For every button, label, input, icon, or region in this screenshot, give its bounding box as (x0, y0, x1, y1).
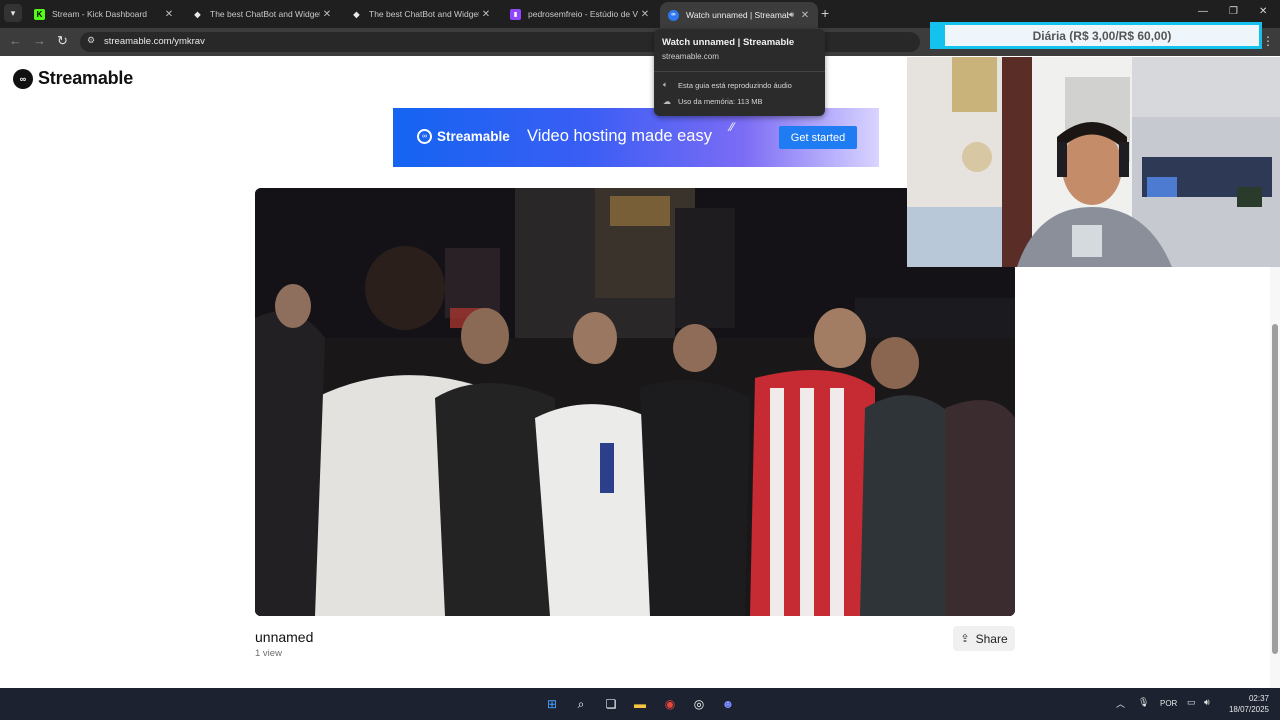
tab-chatbot-2[interactable]: ◆ The best ChatBot and Widgets ✕ (343, 2, 499, 26)
back-icon[interactable]: ← (9, 33, 22, 48)
share-button[interactable]: ⇪ Share (953, 626, 1015, 651)
banner-logo: ∞ Streamable (417, 129, 510, 144)
new-tab-button[interactable]: + (821, 5, 829, 21)
speaker-icon[interactable]: 🔊︎ (789, 10, 794, 20)
clock-date: 18/07/2025 (1228, 705, 1269, 714)
streamable-logo[interactable]: ∞ Streamable (13, 68, 133, 89)
streamelements-icon: ◆ (353, 9, 360, 19)
task-view-icon[interactable]: ❏ (602, 695, 620, 713)
chrome-icon[interactable]: ◉ (661, 695, 679, 713)
webcam-overlay (907, 57, 1280, 267)
memory-usage-row: ☁︎ Uso da memória: 113 MB (663, 97, 762, 106)
obs-icon[interactable]: ◎ (690, 695, 708, 713)
video-frame (255, 188, 1015, 616)
audio-status-text: Esta guia está reproduzindo áudio (678, 80, 792, 90)
volume-icon[interactable]: 🔊︎ (1204, 697, 1210, 708)
logo-text: Streamable (38, 68, 134, 88)
tab-hover-card: Watch unnamed | Streamable streamable.co… (654, 29, 825, 116)
close-icon[interactable]: ✕ (798, 10, 812, 21)
divider (654, 71, 825, 72)
tab-streamable[interactable]: ∞ Watch unnamed | Streamable 🔊︎ ✕ (660, 2, 818, 28)
search-icon[interactable]: ⌕ (572, 695, 590, 713)
reload-icon[interactable]: ↻ (57, 33, 68, 49)
kick-icon: K (34, 8, 45, 20)
streamable-logo-icon: ∞ (13, 68, 33, 89)
tab-title: Stream - Kick Dashboard (52, 9, 147, 19)
view-count: 1 view (255, 648, 282, 659)
close-icon[interactable]: ✕ (162, 9, 176, 20)
chevron-up-icon[interactable]: ︿ (1116, 697, 1125, 710)
get-started-button[interactable]: Get started (779, 126, 857, 149)
screen: ▾ K Stream - Kick Dashboard ✕ ◆ The best… (0, 0, 1280, 720)
forward-icon[interactable]: → (33, 33, 46, 48)
tab-title: pedrosemfreio - Estúdio de Víd (528, 9, 638, 19)
hover-card-host: streamable.com (662, 52, 719, 61)
streamelements-icon: ◆ (194, 9, 201, 19)
memory-usage-text: Uso da memória: 113 MB (678, 97, 763, 106)
banner-brand: Streamable (437, 129, 510, 144)
minimize-icon[interactable]: — (1198, 6, 1208, 17)
tab-search-button[interactable]: ▾ (4, 4, 22, 22)
close-window-icon[interactable]: ✕ (1259, 6, 1267, 17)
microphone-icon[interactable]: 🎙︎ (1138, 697, 1149, 708)
system-clock[interactable]: 02:37 18/07/2025 (1227, 693, 1269, 715)
chevron-down-icon: ▾ (10, 7, 16, 18)
windows-start-icon[interactable]: ⊞ (543, 695, 561, 713)
speaker-icon: 🔈︎ (663, 80, 668, 89)
memory-icon: ☁︎ (663, 97, 671, 106)
taskbar: ⊞ ⌕ ❏ ▬ ◉ ◎ ☻ ︿ 🎙︎ POR ▭ 🔊︎ 02:37 18/07/… (0, 688, 1280, 720)
promo-banner[interactable]: ∞ Streamable Video hosting made easy ⁄⁄ … (393, 108, 879, 167)
tab-chatbot-1[interactable]: ◆ The best ChatBot and Widgets ✕ (184, 2, 340, 26)
tab-title: The best ChatBot and Widgets (369, 9, 479, 19)
file-explorer-icon[interactable]: ▬ (631, 695, 649, 713)
share-label: Share (975, 631, 1008, 646)
clock-time: 02:37 (1248, 694, 1269, 703)
close-icon[interactable]: ✕ (320, 9, 334, 20)
maximize-icon[interactable]: ❐ (1229, 6, 1238, 17)
tab-title: Watch unnamed | Streamable (686, 10, 789, 20)
donation-goal-bar: Diária (R$ 3,00/R$ 60,00) (930, 22, 1262, 49)
site-info-icon[interactable]: ⚙ (87, 35, 99, 48)
network-icon[interactable]: ▭ (1187, 697, 1196, 708)
audio-status-row: 🔈︎ Esta guia está reproduzindo áudio (663, 80, 792, 90)
sparkle-icon: ⁄⁄ (730, 120, 735, 134)
url-text: streamable.com/ymkrav (104, 36, 205, 47)
streamable-icon: ∞ (668, 9, 679, 21)
share-icon: ⇪ (960, 633, 970, 645)
video-title: unnamed (255, 629, 314, 645)
discord-icon[interactable]: ☻ (719, 695, 737, 713)
hover-card-title: Watch unnamed | Streamable (662, 37, 795, 48)
scrollbar-thumb[interactable] (1272, 324, 1278, 654)
language-indicator[interactable]: POR (1160, 699, 1177, 708)
tab-title: The best ChatBot and Widgets (210, 9, 320, 19)
webcam-frame (907, 57, 1280, 267)
tab-twitch-studio[interactable]: ▮ pedrosemfreio - Estúdio de Víd ✕ (502, 2, 658, 26)
banner-tagline: Video hosting made easy (527, 127, 712, 145)
video-player[interactable] (255, 188, 1015, 616)
close-icon[interactable]: ✕ (638, 9, 652, 20)
close-icon[interactable]: ✕ (479, 9, 493, 20)
streamable-logo-icon: ∞ (417, 129, 432, 144)
tab-kick-dashboard[interactable]: K Stream - Kick Dashboard ✕ (26, 2, 182, 26)
donation-goal-text: Diária (R$ 3,00/R$ 60,00) (945, 25, 1259, 46)
browser-menu-icon[interactable]: ⋮ (1262, 34, 1274, 48)
twitch-icon: ▮ (510, 8, 521, 20)
